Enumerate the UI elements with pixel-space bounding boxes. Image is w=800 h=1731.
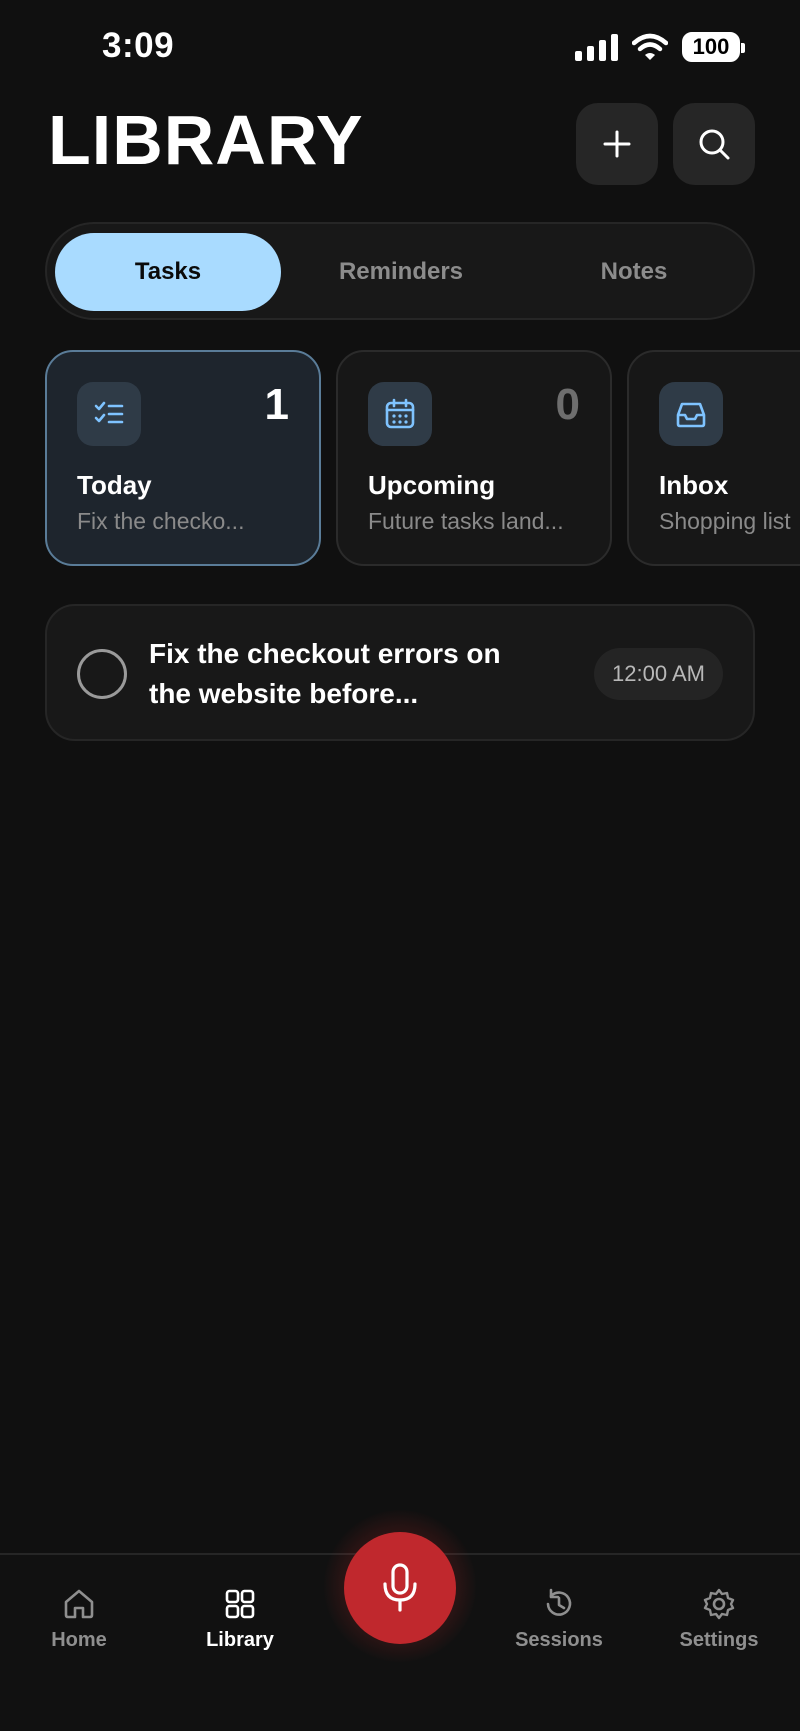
calendar-icon [368, 382, 432, 446]
task-title: Fix the checkout errors on the website b… [149, 638, 501, 709]
nav-label: Sessions [515, 1629, 603, 1651]
nav-label: Library [206, 1629, 274, 1651]
nav-item-sessions[interactable]: Sessions [494, 1587, 624, 1652]
add-button[interactable] [576, 103, 658, 185]
card-subtitle: Future tasks land... [368, 508, 564, 534]
gear-icon [703, 1588, 735, 1620]
tab-notes[interactable]: Notes [521, 233, 747, 311]
checklist-icon [77, 382, 141, 446]
nav-label: Home [51, 1629, 107, 1651]
search-button[interactable] [673, 103, 755, 185]
home-icon [64, 1589, 94, 1619]
task-checkbox[interactable] [77, 649, 127, 699]
status-icons: 100 [575, 32, 745, 62]
status-bar: 3:09 100 [0, 0, 800, 90]
task-time-badge: 12:00 AM [594, 648, 723, 700]
library-screen: 3:09 100 LIBRARY Tasks Reminders Notes 1… [0, 0, 800, 1731]
card-subtitle: Fix the checko... [77, 508, 245, 534]
category-card-today[interactable]: 1 Today Fix the checko... [45, 350, 321, 566]
microphone-icon [383, 1563, 417, 1612]
nav-item-home[interactable]: Home [14, 1587, 144, 1652]
page-title: LIBRARY [48, 101, 364, 179]
category-card-inbox[interactable]: Inbox Shopping list [627, 350, 800, 566]
nav-item-library[interactable]: Library [175, 1587, 305, 1652]
wifi-icon [632, 33, 668, 60]
card-title: Upcoming [368, 470, 496, 500]
search-icon [699, 129, 730, 160]
card-title: Today [77, 470, 152, 500]
record-mic-button[interactable] [344, 1532, 456, 1644]
battery-icon: 100 [682, 32, 745, 62]
task-list-item[interactable]: Fix the checkout errors on the website b… [45, 604, 755, 741]
battery-level: 100 [692, 34, 730, 59]
history-icon [546, 1588, 572, 1616]
segmented-tabs: Tasks Reminders Notes [45, 222, 755, 320]
nav-item-settings[interactable]: Settings [654, 1587, 784, 1652]
status-time: 3:09 [102, 26, 175, 65]
grid-icon [225, 1589, 255, 1619]
card-title: Inbox [659, 470, 729, 500]
nav-label: Settings [679, 1629, 759, 1651]
card-count: 1 [264, 380, 289, 429]
inbox-tray-icon [659, 382, 723, 446]
category-card-upcoming[interactable]: 0 Upcoming Future tasks land... [336, 350, 612, 566]
card-count: 0 [555, 380, 580, 429]
tab-tasks[interactable]: Tasks [55, 233, 281, 311]
cellular-signal-icon [575, 33, 618, 61]
tab-reminders[interactable]: Reminders [288, 233, 514, 311]
plus-icon [603, 130, 631, 158]
card-subtitle: Shopping list [659, 508, 791, 534]
